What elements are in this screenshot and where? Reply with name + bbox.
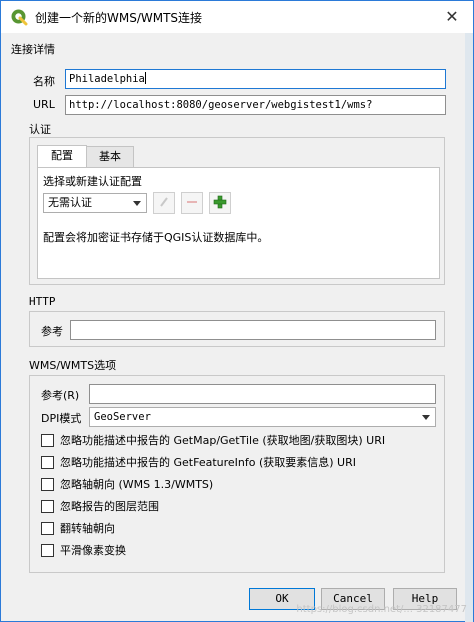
minus-icon — [186, 196, 198, 211]
tab-config[interactable]: 配置 — [37, 145, 87, 168]
dialog-window: 创建一个新的WMS/WMTS连接 ✕ 连接详情 名称 Philadelphia … — [0, 0, 474, 622]
dpi-mode-label: DPI模式 — [41, 412, 82, 425]
edit-config-button[interactable] — [153, 192, 175, 214]
name-label: 名称 — [33, 75, 55, 88]
auth-config-value: 无需认证 — [48, 196, 92, 209]
watermark: https://blog.csdn.net/... 32187477 — [296, 604, 467, 615]
checkbox[interactable] — [41, 433, 54, 447]
checkbox[interactable] — [41, 499, 54, 513]
url-input[interactable]: http://localhost:8080/geoserver/webgiste… — [65, 95, 446, 115]
name-input[interactable]: Philadelphia — [65, 69, 446, 89]
option-label: 翻转轴朝向 — [60, 522, 115, 535]
option-ignore-getmap-uri[interactable]: 忽略功能描述中报告的 GetMap/GetTile (获取地图/获取图块) UR… — [41, 432, 385, 448]
wms-section-title: WMS/WMTS选项 — [29, 359, 117, 372]
title-bar[interactable]: 创建一个新的WMS/WMTS连接 ✕ — [1, 1, 473, 33]
auth-select-label: 选择或新建认证配置 — [43, 175, 142, 188]
text-caret — [144, 72, 146, 84]
connection-section-title: 连接详情 — [11, 43, 55, 56]
option-ignore-getfeatureinfo-uri[interactable]: 忽略功能描述中报告的 GetFeatureInfo (获取要素信息) URI — [41, 454, 356, 470]
remove-config-button[interactable] — [181, 192, 203, 214]
checkbox[interactable] — [41, 455, 54, 469]
close-button[interactable]: ✕ — [439, 5, 465, 29]
auth-config-select[interactable]: 无需认证 — [43, 193, 147, 213]
option-ignore-axis-orientation[interactable]: 忽略轴朝向 (WMS 1.3/WMTS) — [41, 476, 213, 492]
chevron-down-icon — [422, 415, 430, 420]
option-label: 平滑像素变换 — [60, 544, 126, 557]
background-map-edge — [465, 33, 473, 622]
checkbox[interactable] — [41, 543, 54, 557]
auth-tab-panel: 选择或新建认证配置 无需认证 配置会将加密证书存储于QGIS认证数据库中。 — [37, 167, 440, 279]
qgis-logo-icon — [10, 8, 28, 26]
option-label: 忽略报告的图层范围 — [60, 500, 159, 513]
option-smooth-pixmap-transform[interactable]: 平滑像素变换 — [41, 542, 126, 558]
http-referer-input[interactable] — [70, 320, 436, 340]
url-label: URL — [33, 98, 55, 111]
tab-basic[interactable]: 基本 — [86, 146, 134, 168]
wms-referer-label: 参考(R) — [41, 389, 80, 402]
option-label: 忽略功能描述中报告的 GetMap/GetTile (获取地图/获取图块) UR… — [60, 434, 386, 447]
dpi-mode-select[interactable]: GeoServer — [89, 407, 436, 427]
checkbox[interactable] — [41, 477, 54, 491]
auth-note: 配置会将加密证书存储于QGIS认证数据库中。 — [43, 231, 269, 244]
name-value: Philadelphia — [69, 73, 145, 85]
add-config-button[interactable] — [209, 192, 231, 214]
option-invert-axis-orientation[interactable]: 翻转轴朝向 — [41, 520, 115, 536]
option-ignore-layer-extents[interactable]: 忽略报告的图层范围 — [41, 498, 159, 514]
http-section-title: HTTP — [29, 295, 56, 308]
checkbox[interactable] — [41, 521, 54, 535]
option-label: 忽略功能描述中报告的 GetFeatureInfo (获取要素信息) URI — [60, 456, 356, 469]
auth-section-title: 认证 — [29, 123, 51, 136]
http-referer-label: 参考 — [41, 325, 63, 338]
plus-icon — [213, 195, 227, 212]
pencil-icon — [158, 196, 170, 211]
dpi-mode-value: GeoServer — [94, 411, 151, 423]
chevron-down-icon — [133, 201, 141, 206]
window-title: 创建一个新的WMS/WMTS连接 — [35, 11, 203, 25]
option-label: 忽略轴朝向 (WMS 1.3/WMTS) — [60, 478, 214, 491]
wms-referer-input[interactable] — [89, 384, 436, 404]
